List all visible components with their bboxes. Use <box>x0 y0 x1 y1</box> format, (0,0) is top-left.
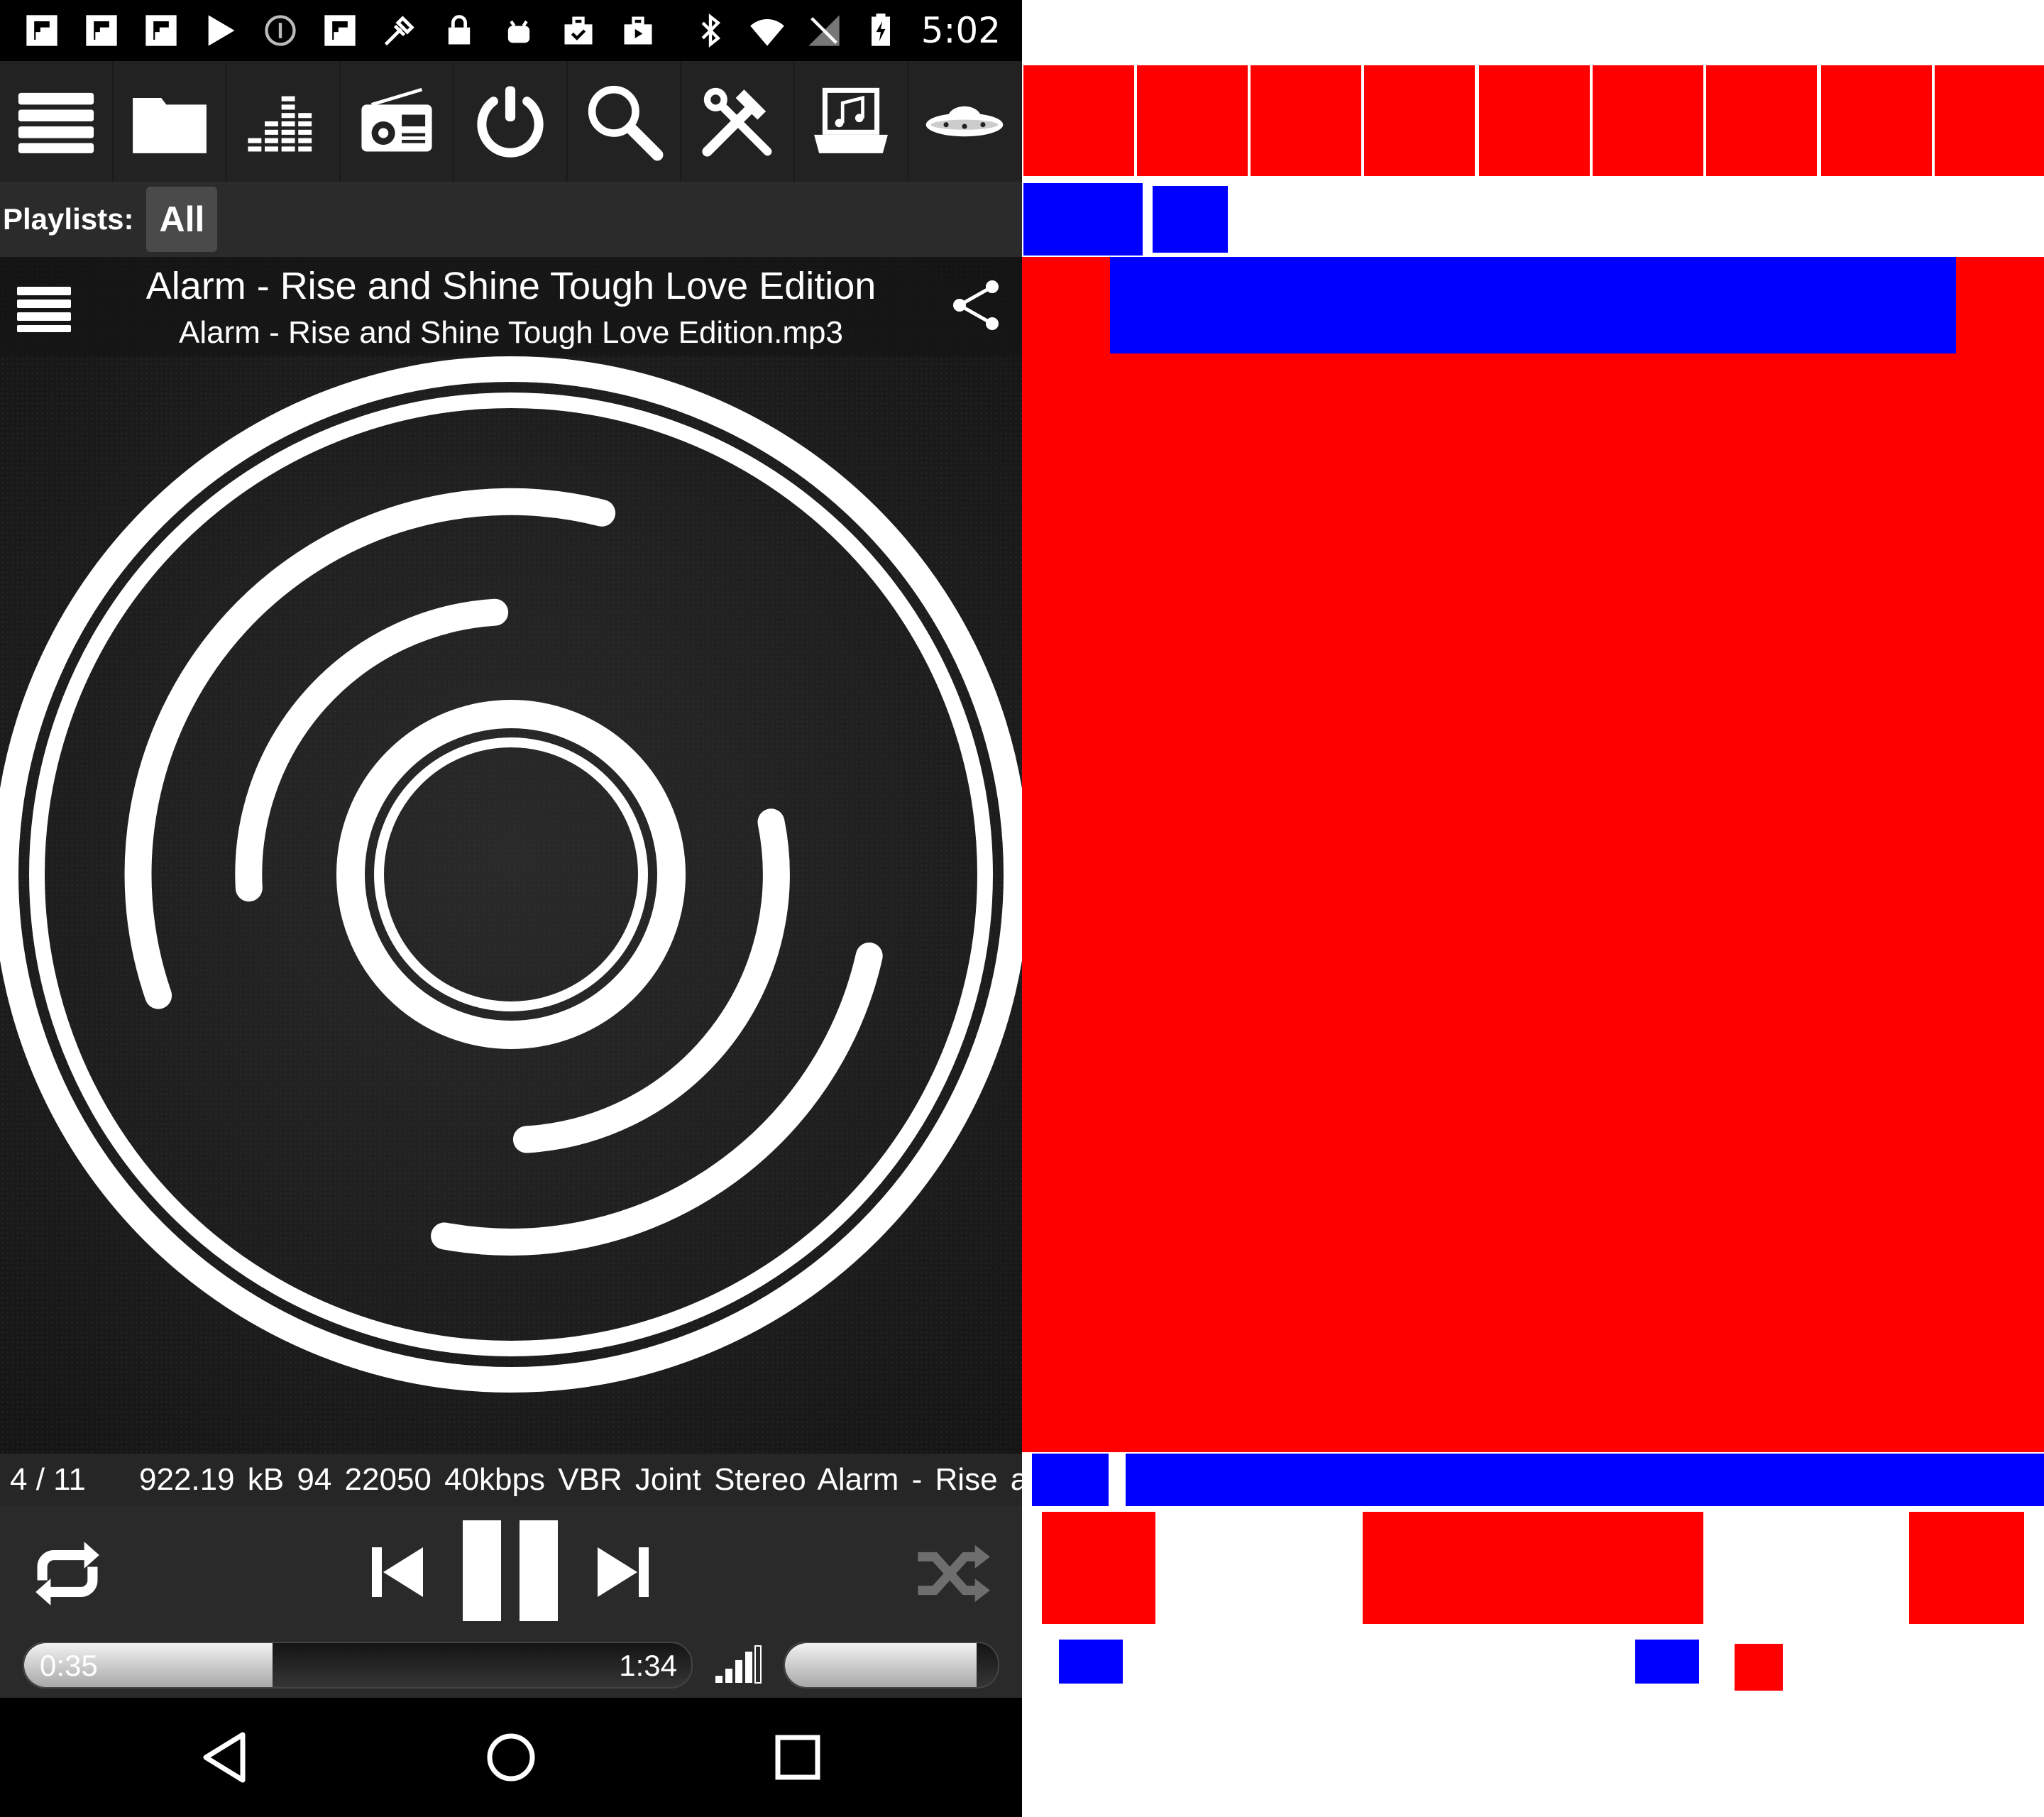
tools-icon <box>702 87 772 157</box>
settings-button[interactable] <box>681 61 795 182</box>
music-box-icon <box>814 87 888 153</box>
visualizer-button[interactable] <box>908 61 1022 182</box>
next-icon <box>598 1547 649 1597</box>
shuffle-button[interactable] <box>911 1532 995 1615</box>
metadata-text-box <box>1126 1454 2044 1506</box>
toolbar-region-box <box>1364 65 1475 176</box>
flipboard-icon <box>319 10 361 51</box>
elapsed-time: 0:35 <box>40 1649 98 1682</box>
library-list-button[interactable] <box>0 61 114 182</box>
toolbar-region-box <box>1137 65 1248 176</box>
fake-gps-icon <box>379 10 420 51</box>
transport-buttons-box <box>1363 1512 1703 1624</box>
circle-i-icon <box>260 10 301 51</box>
back-icon <box>203 1732 246 1783</box>
search-button[interactable] <box>568 61 681 182</box>
toolbar-region-box <box>1023 65 1134 176</box>
battery-charging-icon <box>860 10 901 51</box>
playlists-label-box <box>1023 183 1143 256</box>
total-time-box <box>1635 1640 1699 1684</box>
volume-icon <box>715 1645 762 1684</box>
toolbar-region-box <box>1251 65 1361 176</box>
radio-button[interactable] <box>341 61 454 182</box>
track-info-bar: 4 / 11 922.19 kB 94 22050 40kbps VBR Joi… <box>0 1454 1022 1506</box>
annotation-panel <box>1022 0 2044 1817</box>
disc-logo-icon <box>0 356 1022 1393</box>
next-button[interactable] <box>595 1540 652 1604</box>
previous-icon <box>372 1547 423 1597</box>
repeat-button-box <box>1042 1512 1155 1624</box>
lock-icon <box>439 10 480 51</box>
folders-button[interactable] <box>114 61 227 182</box>
position-text-box <box>1032 1454 1109 1506</box>
clock: 5:02 <box>921 10 1001 51</box>
toolbar-region-box <box>1706 65 1817 176</box>
playlist-selector[interactable]: All <box>146 187 218 252</box>
flipboard-icon <box>141 10 182 51</box>
no-signal-icon <box>803 10 845 51</box>
system-nav-bar <box>0 1698 1022 1817</box>
toolbar-region-box <box>1593 65 1703 176</box>
track-title: Alarm - Rise and Shine Tough Love Editio… <box>145 265 877 307</box>
system-icons: 5:02 <box>690 10 1001 51</box>
search-icon <box>588 85 664 161</box>
volume-icon-box <box>1735 1644 1783 1691</box>
elapsed-time-box <box>1059 1640 1123 1684</box>
album-art-box <box>1022 257 2044 1452</box>
power-icon <box>477 86 544 158</box>
track-position: 4 / 11 <box>10 1462 86 1497</box>
flipboard-icon <box>21 10 62 51</box>
briefcase-check-icon <box>558 10 599 51</box>
album-art <box>0 257 1022 1454</box>
folder-icon <box>133 97 207 153</box>
total-time: 1:34 <box>619 1649 677 1682</box>
home-button[interactable] <box>481 1728 541 1787</box>
recents-button[interactable] <box>768 1728 828 1787</box>
title-text-box <box>1110 257 1956 353</box>
bluetooth-icon <box>690 10 731 51</box>
toolbar-region-box <box>1935 65 2044 176</box>
previous-button[interactable] <box>369 1540 426 1604</box>
share-icon[interactable] <box>948 277 1005 334</box>
android-icon <box>498 10 539 51</box>
play-store-icon <box>200 10 241 51</box>
wifi-icon <box>747 10 788 51</box>
shuffle-button-box <box>1909 1512 2024 1624</box>
album-art-button[interactable] <box>795 61 908 182</box>
menu-list-icon <box>18 92 94 153</box>
back-button[interactable] <box>196 1728 256 1787</box>
music-player-screen: 5:02 Playlists: All Alarm - Rise and Shi… <box>0 0 1022 1817</box>
playlist-chip-box <box>1153 186 1228 253</box>
pause-button[interactable] <box>460 1517 561 1624</box>
equalizer-icon <box>248 96 312 152</box>
radio-icon <box>361 87 432 152</box>
now-playing-header: Alarm - Rise and Shine Tough Love Editio… <box>0 257 1022 356</box>
ufo-icon <box>925 106 1004 137</box>
toolbar-region-box <box>1821 65 1932 176</box>
volume-level <box>785 1643 977 1687</box>
main-toolbar <box>0 61 1022 182</box>
shuffle-icon <box>918 1544 990 1603</box>
seek-bar[interactable]: 0:35 1:34 <box>23 1642 693 1689</box>
volume-slider[interactable] <box>784 1642 999 1689</box>
recents-icon <box>775 1735 820 1780</box>
playlists-label: Playlists: <box>3 202 134 236</box>
equalizer-button[interactable] <box>227 61 341 182</box>
toolbar-region-box <box>1479 65 1590 176</box>
menu-icon[interactable] <box>16 284 72 334</box>
briefcase-play-icon <box>617 10 659 51</box>
track-metadata: 922.19 kB 94 22050 40kbps VBR Joint Ster… <box>139 1462 1022 1497</box>
repeat-icon <box>35 1542 99 1605</box>
notification-icons <box>21 10 659 51</box>
status-bar: 5:02 <box>0 0 1022 61</box>
track-filename: Alarm - Rise and Shine Tough Love Editio… <box>179 315 843 350</box>
repeat-button[interactable] <box>26 1532 109 1615</box>
playlists-bar: Playlists: All <box>0 182 1022 257</box>
sleep-timer-button[interactable] <box>454 61 568 182</box>
pause-icon <box>463 1520 558 1621</box>
home-icon <box>487 1733 535 1782</box>
flipboard-icon <box>81 10 122 51</box>
